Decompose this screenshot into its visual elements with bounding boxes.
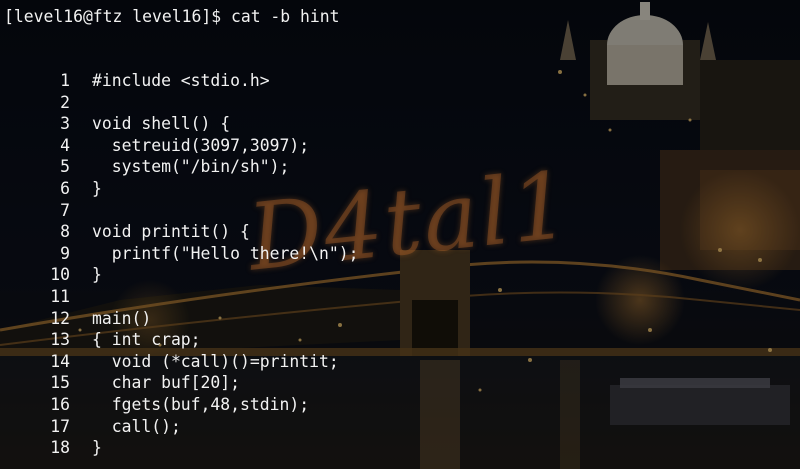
code-line: 16 fgets(buf,48,stdin);: [0, 394, 800, 416]
line-number: 3: [60, 114, 70, 134]
line-code: setreuid(3097,3097);: [92, 135, 310, 155]
line-number: 11: [50, 286, 70, 306]
line-code: { int crap;: [92, 330, 201, 350]
line-number: 4: [60, 135, 70, 155]
line-number: 10: [50, 265, 70, 285]
line-code: void shell() {: [92, 114, 231, 134]
line-code: fgets(buf,48,stdin);: [92, 394, 310, 414]
code-line: 5 system("/bin/sh");: [0, 156, 800, 178]
line-code: void printit() {: [92, 222, 250, 242]
code-line: 11: [0, 286, 800, 308]
code-line: 3 void shell() {: [0, 113, 800, 135]
line-code: printf("Hello there!\n");: [92, 243, 359, 263]
code-line: 7: [0, 200, 800, 222]
code-line: 9 printf("Hello there!\n");: [0, 243, 800, 265]
code-line: 6}: [0, 178, 800, 200]
line-number: 16: [50, 394, 70, 414]
line-code: }: [92, 265, 102, 285]
line-code: char buf[20];: [92, 373, 241, 393]
line-number: 14: [50, 351, 70, 371]
line-number: 17: [50, 416, 70, 436]
code-line: 14 void (*call)()=printit;: [0, 351, 800, 373]
code-line: 4 setreuid(3097,3097);: [0, 135, 800, 157]
shell-prompt-command: [level16@ftz level16]$ cat -b hint: [4, 7, 340, 26]
line-code: void (*call)()=printit;: [92, 351, 339, 371]
line-code: #include <stdio.h>: [92, 71, 270, 90]
line-number: 8: [60, 222, 70, 242]
line-code: }: [92, 438, 102, 458]
code-line: 8 void printit() {: [0, 221, 800, 243]
code-line: 2: [0, 92, 800, 114]
line-code: main(): [92, 308, 152, 328]
line-number: 18: [50, 438, 70, 458]
line-code: call();: [92, 416, 181, 436]
line-code: system("/bin/sh");: [92, 157, 290, 177]
line-number: 2: [60, 92, 70, 112]
line-number: 5: [60, 157, 70, 177]
code-line: 15 char buf[20];: [0, 372, 800, 394]
line-number: 1: [60, 71, 70, 90]
code-line: 12 main(): [0, 308, 800, 330]
code-line: 1 #include <stdio.h>: [0, 70, 800, 92]
line-number: 12: [50, 308, 70, 328]
line-code: }: [92, 178, 102, 198]
code-line: 18}: [0, 437, 800, 459]
line-number: 7: [60, 200, 70, 220]
code-line: 17 call();: [0, 416, 800, 438]
line-number: 6: [60, 178, 70, 198]
code-line: 10}: [0, 264, 800, 286]
code-line: 13 { int crap;: [0, 329, 800, 351]
line-number: 15: [50, 373, 70, 393]
hint-file-output: 1 #include <stdio.h> 2 3 void shell() { 4 …: [0, 70, 800, 459]
terminal-window[interactable]: [level16@ftz level16]$ cat -b hint 1 #inc…: [0, 0, 800, 469]
line-number: 9: [60, 243, 70, 263]
line-number: 13: [50, 330, 70, 350]
